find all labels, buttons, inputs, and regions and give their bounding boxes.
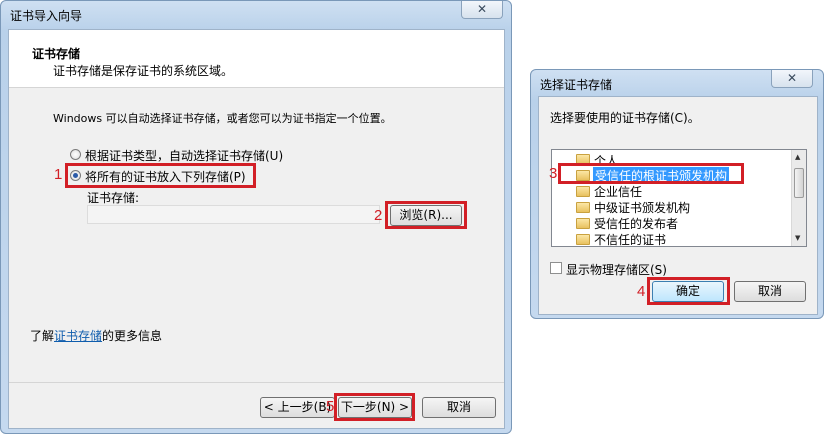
select-store-dialog: 选择证书存储 ✕ 选择要使用的证书存储(C)。 ▲ ▼ 个人 受信任的根证书颁发… [530,69,824,319]
highlight-box-2 [385,201,467,229]
window-title: 证书导入向导 [10,9,83,23]
dialog-title: 选择证书存储 [540,78,613,92]
marker-4: 4 [637,283,646,300]
close-button[interactable]: ✕ [461,1,503,19]
cert-store-link[interactable]: 证书存储 [54,329,102,343]
radio-auto-label[interactable]: 根据证书类型，自动选择证书存储(U) [85,147,283,164]
tree-item-label: 不信任的证书 [594,233,667,247]
store-label: 证书存储: [87,191,140,205]
radio-auto-store[interactable] [70,149,81,160]
highlight-box-3 [558,163,744,184]
page-subtitle: 证书存储是保存证书的系统区域。 [53,64,234,78]
highlight-box-1 [65,163,256,188]
folder-icon [576,218,590,229]
page-title: 证书存储 [32,47,81,61]
folder-icon [576,186,590,197]
tree-item-label: 中级证书颁发机构 [594,201,691,215]
close-icon: ✕ [476,2,488,16]
folder-icon [576,234,590,245]
dialog-close-button[interactable]: ✕ [771,70,813,88]
marker-3: 3 [549,165,558,182]
scroll-up-arrow[interactable]: ▲ [795,153,800,161]
highlight-box-5 [334,393,415,421]
dialog-cancel-button[interactable]: 取消 [734,281,806,302]
tree-scrollbar[interactable]: ▲ ▼ [791,150,806,246]
more-info: 了解证书存储的更多信息 [30,327,162,344]
tree-item-label: 企业信任 [594,185,643,199]
back-button[interactable]: < 上一步(B) [260,397,335,418]
dialog-prompt: 选择要使用的证书存储(C)。 [550,111,700,125]
show-physical-label[interactable]: 显示物理存储区(S) [566,261,667,278]
wizard-header: 证书存储 证书存储是保存证书的系统区域。 [9,30,504,88]
cancel-button[interactable]: 取消 [422,397,496,418]
store-field[interactable] [87,205,380,224]
folder-icon [576,202,590,213]
marker-1: 1 [54,166,63,183]
more-info-prefix: 了解 [30,329,55,343]
tree-item-label: 受信任的发布者 [594,217,679,231]
more-info-suffix: 的更多信息 [102,329,163,343]
marker-5: 5 [326,398,335,415]
scroll-thumb[interactable] [794,168,804,198]
dialog-client-area: 选择要使用的证书存储(C)。 ▲ ▼ 个人 受信任的根证书颁发机构 企业信任 中… [538,96,818,315]
close-icon: ✕ [786,71,798,85]
show-physical-checkbox[interactable] [550,262,562,274]
wizard-client-area: 证书存储 证书存储是保存证书的系统区域。 Windows 可以自动选择证书存储，… [8,29,505,429]
highlight-box-4 [647,277,730,305]
scroll-down-arrow[interactable]: ▼ [795,234,800,242]
certificate-import-wizard-window: 证书导入向导 ✕ 证书存储 证书存储是保存证书的系统区域。 Windows 可以… [0,0,512,434]
footer-divider [9,382,504,383]
marker-2: 2 [374,207,383,224]
wizard-description: Windows 可以自动选择证书存储，或者您可以为证书指定一个位置。 [53,112,392,125]
